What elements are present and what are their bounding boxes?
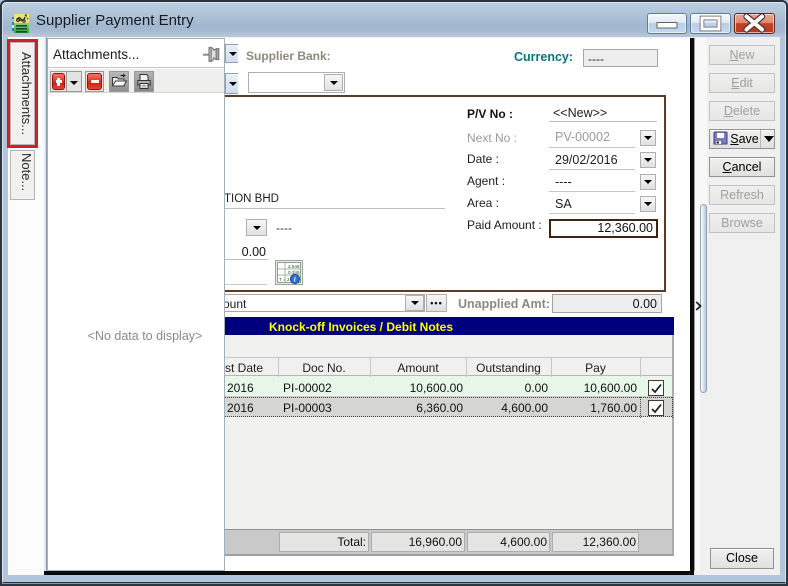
svg-text:2.546: 2.546 <box>288 264 300 269</box>
svg-text:T = 2: T = 2 <box>279 277 290 282</box>
